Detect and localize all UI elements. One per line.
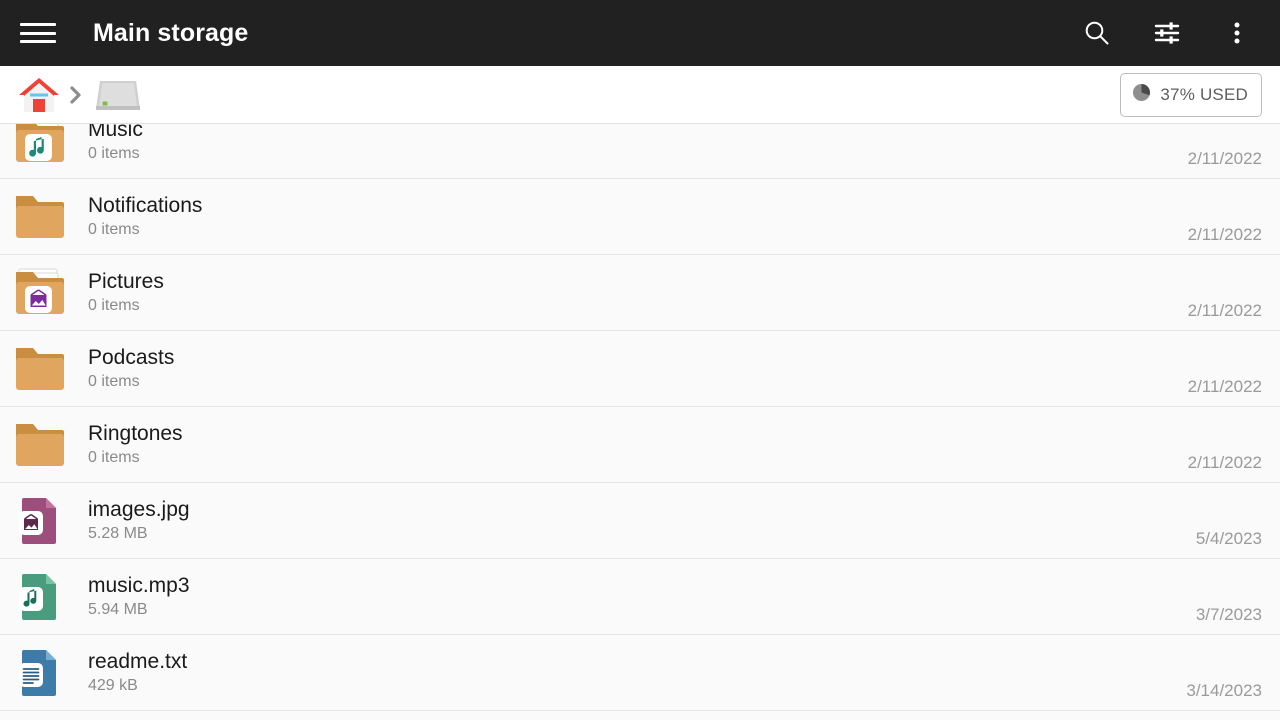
file-date: 3/7/2023 [1195,605,1262,624]
folder-music-icon [10,124,70,169]
hamburger-bar [20,23,56,26]
file-date: 2/11/2022 [1187,225,1262,244]
folder-icon [10,189,70,245]
row-text: Pictures 0 items [88,269,1188,316]
row-text: Ringtones 0 items [88,421,1188,468]
file-detail: 0 items [88,221,140,238]
file-date: 2/11/2022 [1187,453,1262,472]
file-name: images.jpg [88,498,190,521]
folder-pictures-icon [10,265,70,321]
table-row[interactable]: Pictures 0 items 2/11/2022 [0,255,1280,331]
file-list-inner: Music 0 items 2/11/2022 Notifications 0 … [0,124,1280,711]
table-row[interactable]: readme.txt 429 kB 3/14/2023 [0,635,1280,711]
appbar-actions [1082,18,1252,48]
file-detail: 0 items [88,145,140,162]
row-text: music.mp3 5.94 MB [88,573,1196,620]
pie-chart-icon [1132,83,1151,107]
breadcrumb: 37% USED [0,66,1280,124]
table-row[interactable]: images.jpg 5.28 MB 5/4/2023 [0,483,1280,559]
file-name: readme.txt [88,650,188,673]
search-icon[interactable] [1082,18,1112,48]
table-row[interactable]: Music 0 items 2/11/2022 [0,124,1280,179]
folder-icon [10,417,70,473]
file-name: Ringtones [88,422,183,445]
app-bar: Main storage [0,0,1280,66]
folder-icon [10,341,70,397]
overflow-menu-icon[interactable] [1222,18,1252,48]
file-name: Pictures [88,270,164,293]
row-text: Notifications 0 items [88,193,1188,240]
file-date: 5/4/2023 [1195,529,1262,548]
file-detail: 429 kB [88,677,138,694]
hamburger-menu-icon[interactable] [20,20,56,46]
table-row[interactable]: Podcasts 0 items 2/11/2022 [0,331,1280,407]
file-name: Music [88,124,143,141]
file-audio-icon [10,569,70,625]
file-date: 2/11/2022 [1187,301,1262,320]
file-name: music.mp3 [88,574,190,597]
hamburger-bar [20,31,56,35]
file-name: Notifications [88,194,203,217]
row-text: images.jpg 5.28 MB [88,497,1196,544]
page-title: Main storage [93,18,249,47]
chevron-right-icon [67,84,85,106]
table-row[interactable]: Notifications 0 items 2/11/2022 [0,179,1280,255]
file-detail: 0 items [88,449,140,466]
table-row[interactable]: Ringtones 0 items 2/11/2022 [0,407,1280,483]
table-row[interactable]: music.mp3 5.94 MB 3/7/2023 [0,559,1280,635]
row-text: Podcasts 0 items [88,345,1188,392]
file-detail: 5.28 MB [88,525,148,542]
storage-usage-badge[interactable]: 37% USED [1120,72,1262,117]
file-name: Podcasts [88,346,175,369]
file-image-icon [10,493,70,549]
file-text-icon [10,645,70,701]
file-detail: 0 items [88,297,140,314]
row-text: Music 0 items [88,124,1188,164]
file-detail: 5.94 MB [88,601,148,618]
file-date: 3/14/2023 [1186,681,1262,700]
breadcrumb-item-home[interactable] [16,74,62,116]
file-date: 2/11/2022 [1187,149,1262,168]
breadcrumb-item-storage[interactable] [90,73,144,117]
storage-usage-label: 37% USED [1160,84,1248,104]
hamburger-bar [20,40,56,43]
file-detail: 0 items [88,373,140,390]
file-list[interactable]: Music 0 items 2/11/2022 Notifications 0 … [0,124,1280,720]
row-text: readme.txt 429 kB [88,649,1186,696]
sort-sliders-icon[interactable] [1152,18,1182,48]
file-date: 2/11/2022 [1187,377,1262,396]
